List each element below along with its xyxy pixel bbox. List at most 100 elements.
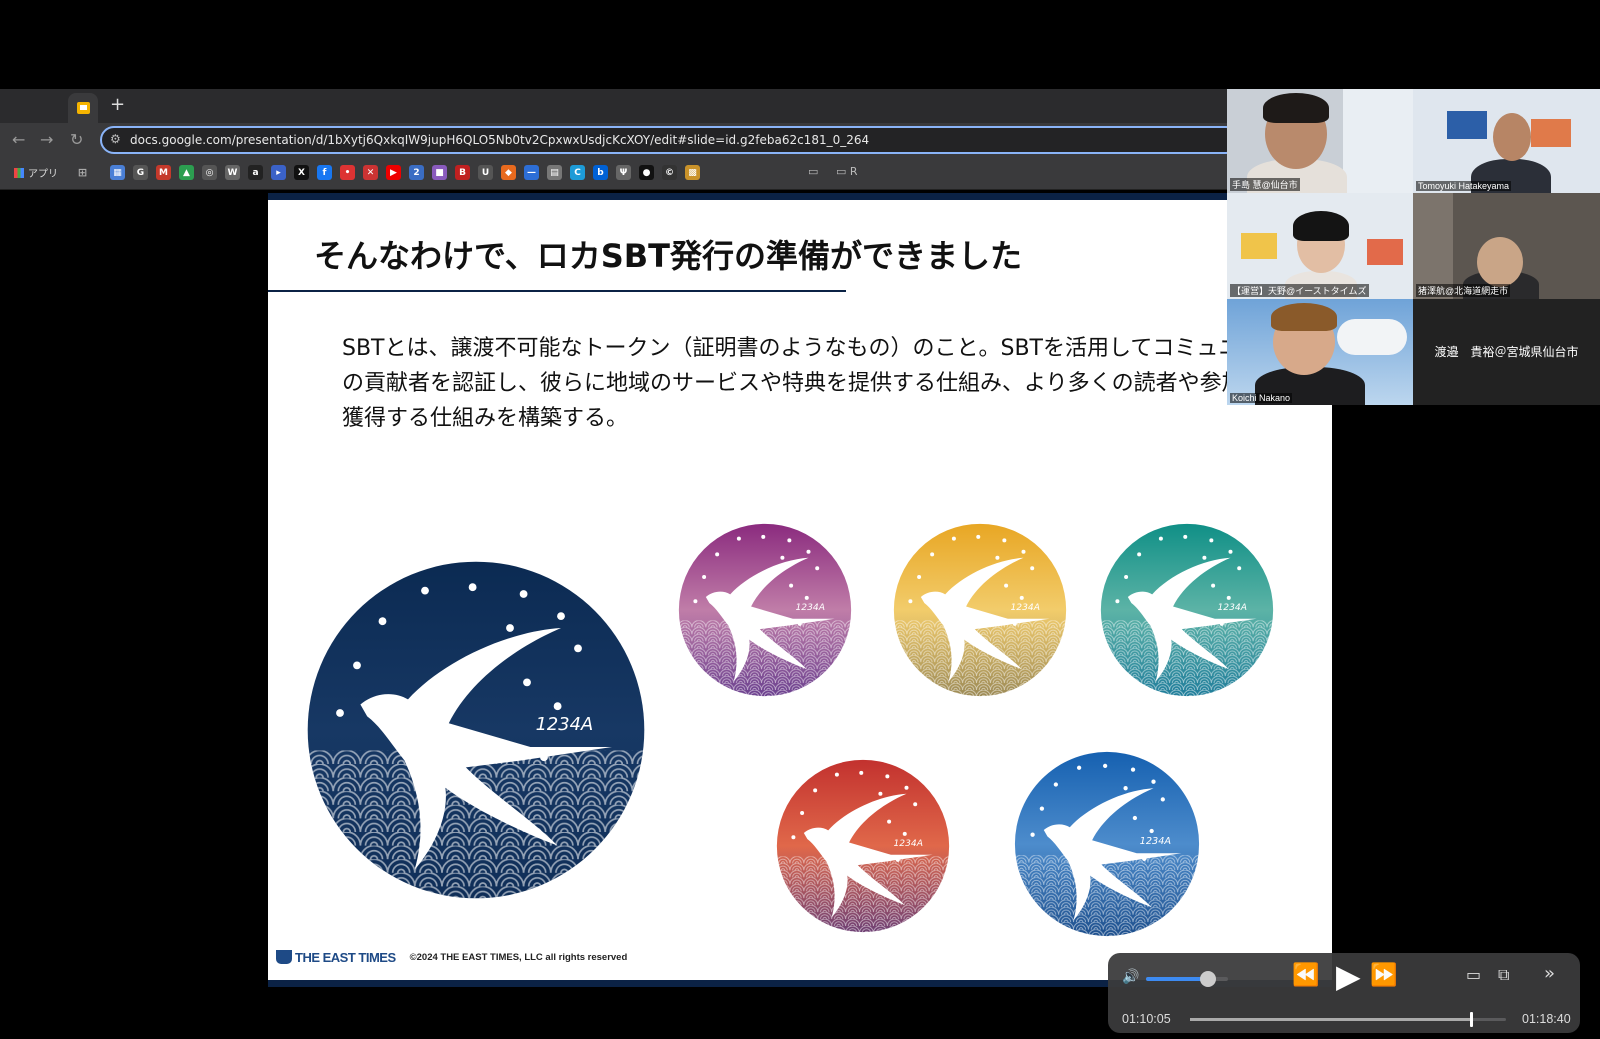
badge-number: 1234A: [536, 714, 594, 735]
bookmark-icon[interactable]: •: [340, 165, 355, 180]
participant-hair: [1271, 303, 1337, 331]
url-text[interactable]: docs.google.com/presentation/d/1bXytj6Qx…: [130, 133, 869, 147]
bookmark-icons: ▦ G M ▲ ◎ Wa ▸ Xf • ✕ ▶ 2 ■ B U ◆ — ▤ Cb Ψ ● © ▩: [110, 165, 700, 180]
bookmark-icon[interactable]: ◆: [501, 165, 516, 180]
google-slides-icon: [77, 102, 90, 114]
participant-tile-2[interactable]: Tomoyuki Hatakeyama: [1413, 89, 1600, 193]
apps-label: アプリ: [28, 169, 58, 180]
sbt-badge-5: 1234A: [776, 759, 950, 933]
bookmark-icon[interactable]: U: [478, 165, 493, 180]
bookmark-icon[interactable]: ▸: [271, 165, 286, 180]
url-omnibox[interactable]: ⚙ docs.google.com/presentation/d/1bXytj6…: [100, 126, 1240, 154]
bookmark-icon[interactable]: ▲: [179, 165, 194, 180]
duration-time: 01:18:40: [1522, 1012, 1571, 1026]
badge-number: 1234A: [1011, 603, 1040, 613]
flag-decoration: [1447, 111, 1487, 139]
bookmark-icon[interactable]: 2: [409, 165, 424, 180]
bookmark-icon[interactable]: W: [225, 165, 240, 180]
bookmark-icon[interactable]: ●: [639, 165, 654, 180]
bookmark-icon[interactable]: b: [593, 165, 608, 180]
bookmark-icon[interactable]: C: [570, 165, 585, 180]
participant-name: 【運営】天野@イーストタイムズ: [1230, 284, 1369, 297]
bookmark-folder-r[interactable]: ▭ R: [836, 165, 858, 178]
participant-tile-5[interactable]: Koichi Nakano: [1227, 299, 1413, 405]
slide-footer: THE EAST TIMES ©2024 THE EAST TIMES, LLC…: [276, 950, 627, 965]
participant-hair: [1293, 211, 1349, 241]
footer-logo-text: THE EAST TIMES: [295, 950, 396, 965]
bookmark-icon[interactable]: f: [317, 165, 332, 180]
bookmark-icon[interactable]: ▦: [110, 165, 125, 180]
flag-decoration: [1531, 119, 1571, 147]
title-underline: [268, 290, 846, 292]
tab-bar: +: [0, 89, 1228, 123]
participant-tile-3[interactable]: 【運営】天野@イーストタイムズ: [1227, 193, 1413, 299]
tab-groups-icon[interactable]: ⊞: [75, 165, 90, 180]
bookmark-icon[interactable]: ▤: [547, 165, 562, 180]
participant-face: [1477, 237, 1523, 287]
participant-name: 猪澤航@北海道網走市: [1416, 284, 1511, 297]
airplay-icon[interactable]: ▭: [1466, 965, 1481, 984]
rewind-icon[interactable]: ⏪: [1292, 963, 1319, 988]
participant-tile-6[interactable]: 渡邉 貴裕＠宮城県仙台市: [1413, 299, 1600, 405]
current-time: 01:10:05: [1122, 1012, 1171, 1026]
ship-icon: [276, 950, 292, 964]
video-player-controls: 🔊 ⏪ ▶ ⏩ ▭ ⧉ » 01:10:05 01:18:40: [1108, 953, 1580, 1033]
badge-number: 1234A: [1218, 603, 1247, 613]
volume-icon[interactable]: 🔊: [1122, 969, 1139, 985]
fast-forward-icon[interactable]: ⏩: [1370, 963, 1397, 988]
bookmark-icon[interactable]: a: [248, 165, 263, 180]
reload-icon[interactable]: ↻: [70, 130, 83, 149]
participant-face: [1493, 113, 1531, 161]
new-tab-button[interactable]: +: [110, 94, 125, 115]
bookmark-icon[interactable]: ▩: [685, 165, 700, 180]
badge-number: 1234A: [894, 839, 923, 849]
bookmark-icon[interactable]: ◎: [202, 165, 217, 180]
bookmark-icon[interactable]: X: [294, 165, 309, 180]
footer-copyright: ©2024 THE EAST TIMES, LLC all rights res…: [409, 952, 628, 963]
volume-fill: [1146, 977, 1208, 981]
bookmark-icon[interactable]: ▶: [386, 165, 401, 180]
bookmark-folder-icon[interactable]: ▭: [808, 165, 818, 178]
participant-name: Koichi Nakano: [1230, 393, 1293, 403]
bookmarks-bar: アプリ ⊞ ▦ G M ▲ ◎ Wa ▸ Xf • ✕ ▶ 2 ■ B U ◆ — ▤ Cb Ψ ● © ▩ ▭ ▭ R: [0, 157, 1228, 190]
bookmark-icon[interactable]: G: [133, 165, 148, 180]
participant-hair: [1263, 93, 1329, 123]
bookmark-folder-label: R: [849, 165, 858, 178]
sbt-badge-4: 1234A: [1100, 523, 1274, 697]
back-arrow-icon[interactable]: ←: [12, 130, 25, 149]
bookmark-icon[interactable]: Ψ: [616, 165, 631, 180]
forward-arrow-icon[interactable]: →: [40, 130, 53, 149]
tab-google-slides[interactable]: [68, 93, 98, 123]
participant-name: Tomoyuki Hatakeyama: [1416, 181, 1512, 191]
progress-fill: [1190, 1018, 1472, 1021]
volume-slider[interactable]: [1146, 971, 1228, 987]
flag-decoration: [1241, 233, 1277, 259]
volume-knob[interactable]: [1199, 971, 1216, 987]
participant-tile-4[interactable]: 猪澤航@北海道網走市: [1413, 193, 1600, 299]
badge-number: 1234A: [796, 603, 825, 613]
bookmark-icon[interactable]: —: [524, 165, 539, 180]
progress-scrubber[interactable]: [1190, 1012, 1506, 1027]
participant-name: 手島 慧@仙台市: [1230, 178, 1300, 191]
cloud-decoration: [1337, 319, 1407, 355]
bookmark-icon[interactable]: B: [455, 165, 470, 180]
presentation-slide: そんなわけで、ロカSBT発行の準備ができました SBTとは、譲渡不可能なトークン…: [268, 193, 1332, 987]
address-bar-row: ← → ↻ ⚙ docs.google.com/presentation/d/1…: [0, 123, 1240, 157]
bookmark-apps[interactable]: アプリ: [14, 165, 58, 180]
east-times-logo: THE EAST TIMES: [276, 950, 396, 965]
bookmark-icon[interactable]: ✕: [363, 165, 378, 180]
participant-tile-1[interactable]: 手島 慧@仙台市: [1227, 89, 1413, 193]
picture-in-picture-icon[interactable]: ⧉: [1498, 965, 1509, 985]
site-settings-icon[interactable]: ⚙: [110, 132, 121, 146]
play-icon[interactable]: ▶: [1336, 957, 1361, 995]
bookmark-icon[interactable]: ©: [662, 165, 677, 180]
sbt-badge-3: 1234A: [893, 523, 1067, 697]
slide-title: そんなわけで、ロカSBT発行の準備ができました: [314, 237, 1022, 275]
slide-body-text: SBTとは、譲渡不可能なトークン（証明書のようなもの）のこと。SBTを活用してコ…: [342, 336, 1288, 431]
bookmark-icon[interactable]: ■: [432, 165, 447, 180]
playhead[interactable]: [1470, 1012, 1474, 1027]
more-controls-icon[interactable]: »: [1544, 963, 1555, 984]
apps-grid-icon: [14, 168, 24, 178]
bookmark-icon[interactable]: M: [156, 165, 171, 180]
participant-name: 渡邉 貴裕＠宮城県仙台市: [1434, 345, 1579, 359]
